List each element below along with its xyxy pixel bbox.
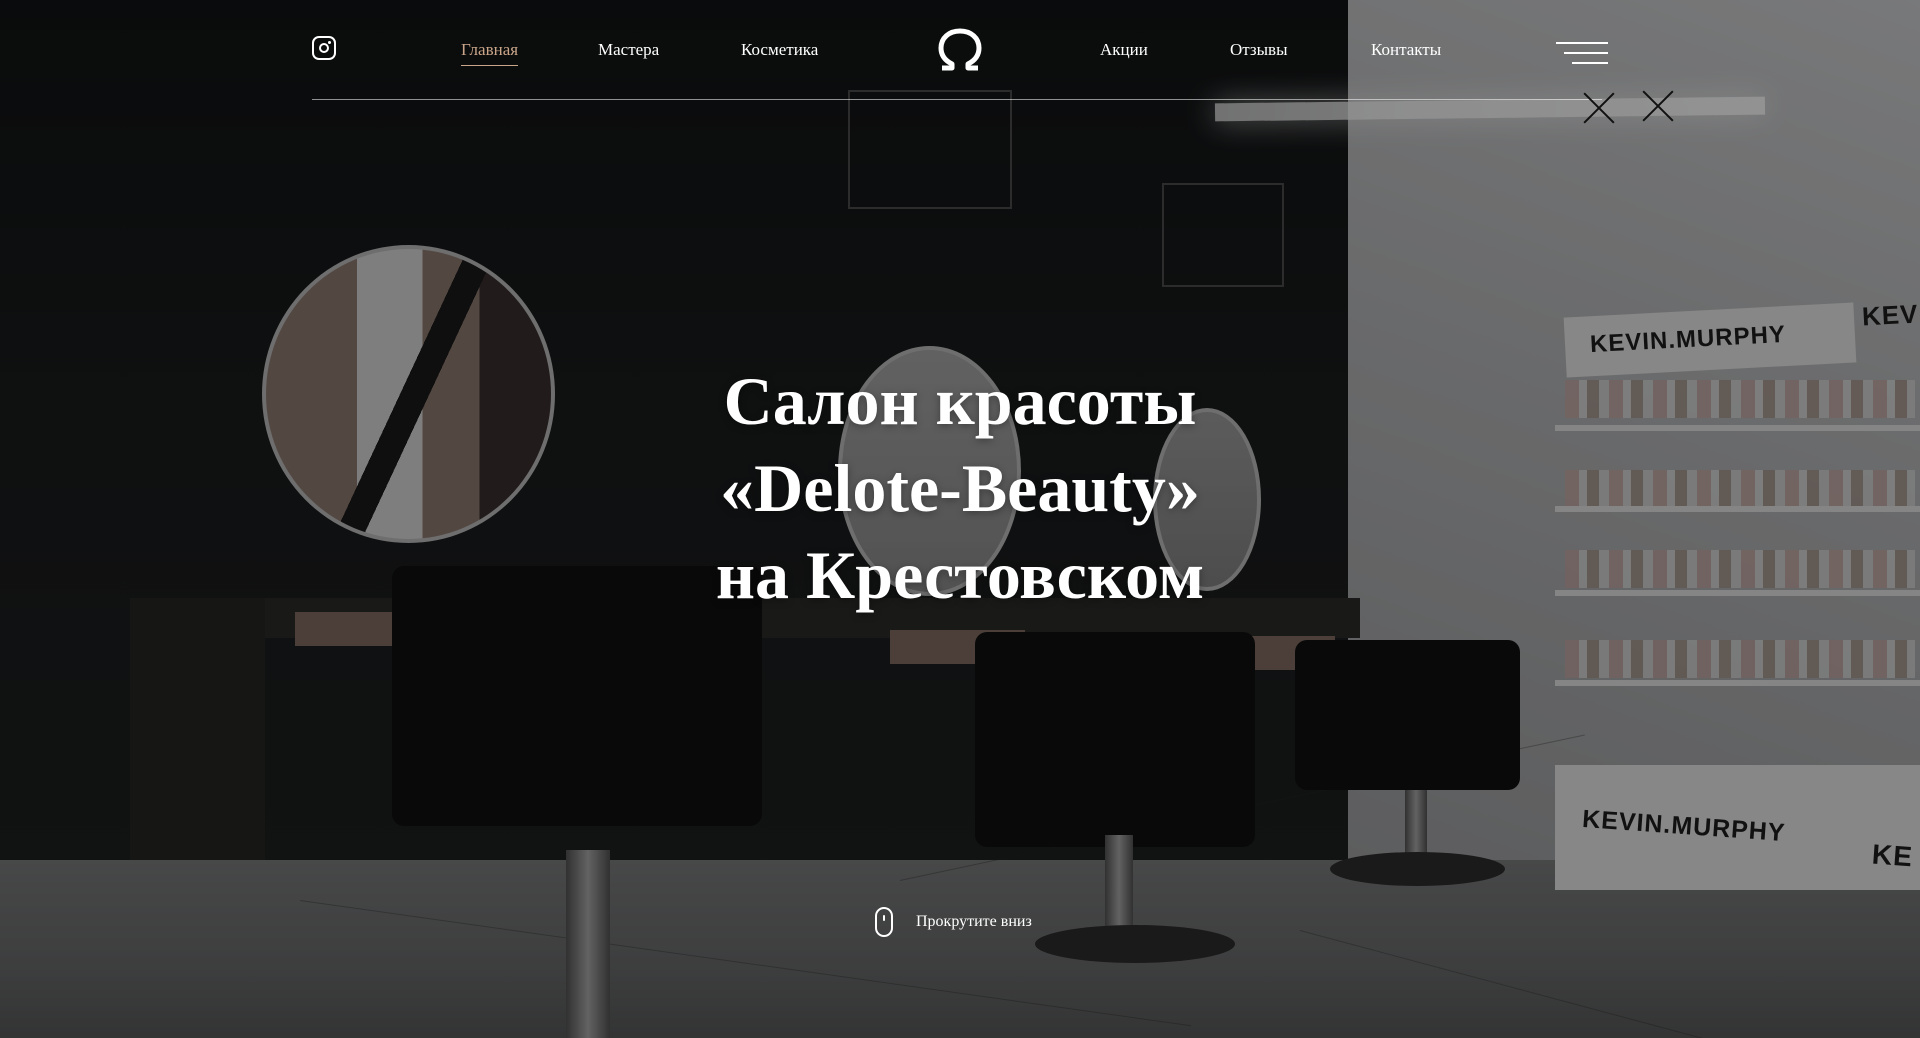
nav-item-promotions[interactable]: Акции (1100, 40, 1148, 60)
header-divider (312, 99, 1602, 100)
nav-item-cosmetics[interactable]: Косметика (741, 40, 818, 60)
mouse-icon (875, 907, 893, 937)
hero-title: Салон красоты «Delote-Beauty» на Крестов… (460, 358, 1460, 619)
hero-line: «Delote-Beauty» (720, 450, 1200, 526)
nav-item-home[interactable]: Главная (461, 40, 519, 66)
hero-line: на Крестовском (715, 537, 1205, 613)
nav-item-contacts[interactable]: Контакты (1371, 40, 1441, 60)
close-icon[interactable] (1582, 91, 1616, 125)
instagram-icon[interactable] (312, 36, 336, 60)
hamburger-menu-icon[interactable] (1556, 42, 1608, 64)
site-header: Главная Мастера Косметика Акции Отзывы К… (0, 0, 1920, 100)
scroll-down-label: Прокрутите вниз (916, 913, 1032, 930)
hero-line: Салон красоты (723, 363, 1197, 439)
omega-logo[interactable] (936, 28, 984, 72)
omega-logo-icon (938, 28, 982, 71)
nav-item-reviews[interactable]: Отзывы (1230, 40, 1288, 60)
close-icon[interactable] (1641, 89, 1675, 123)
nav-item-masters[interactable]: Мастера (598, 40, 659, 60)
